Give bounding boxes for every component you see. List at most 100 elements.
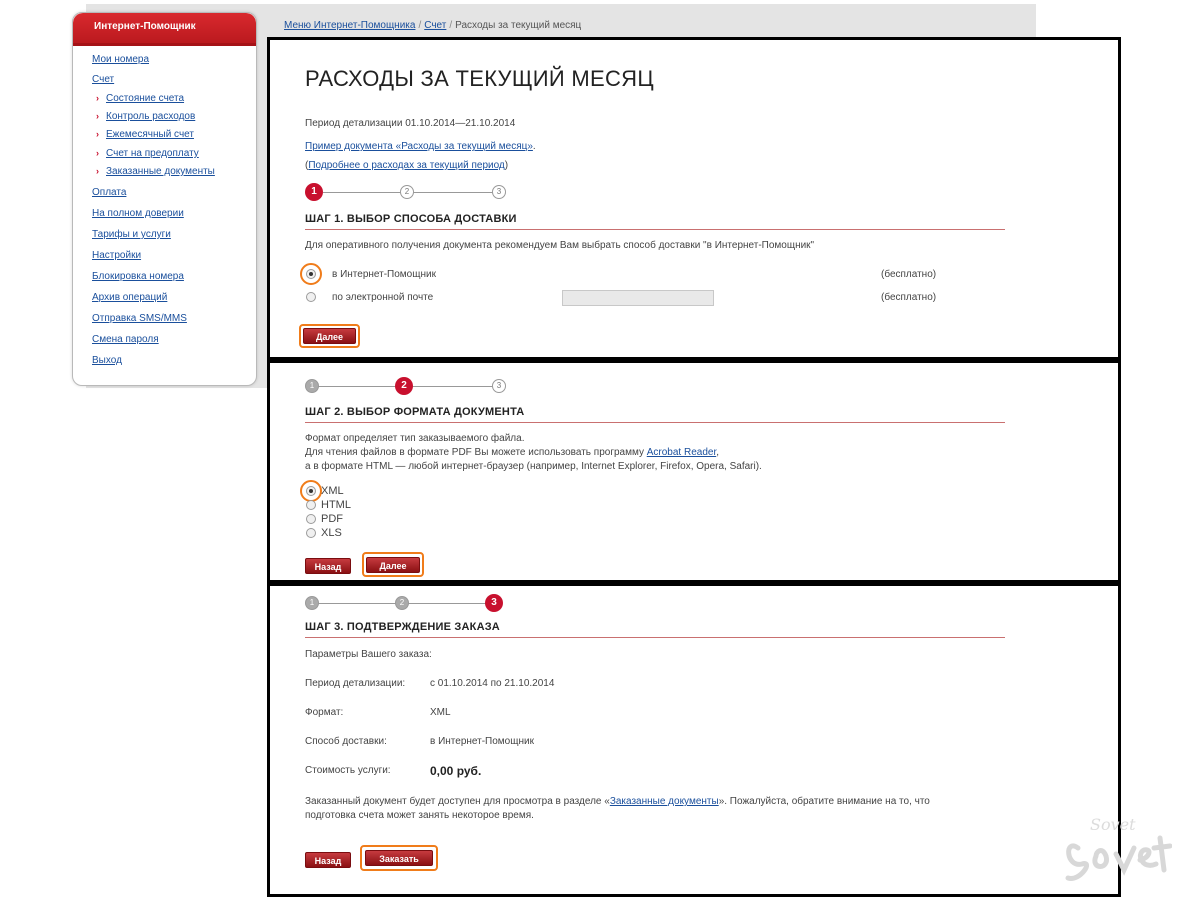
cost-label: Стоимость услуги: xyxy=(305,765,391,776)
chevron-right-icon: › xyxy=(96,111,99,121)
step-indicator: 1 2 3 xyxy=(305,183,510,202)
chevron-right-icon: › xyxy=(96,148,99,158)
sidebar: Интернет-Помощник Мои номера Счет › Состо… xyxy=(72,12,257,386)
delivery-radio-assistant[interactable] xyxy=(306,269,316,279)
sidebar-item-my-numbers[interactable]: Мои номера xyxy=(92,54,149,65)
breadcrumb: Меню Интернет-Помощника / Счет / Расходы за … xyxy=(284,20,581,31)
sidebar-sub-monthly-bill[interactable]: Ежемесячный счет xyxy=(106,129,194,140)
chevron-right-icon: › xyxy=(96,93,99,103)
step-3-future: 3 xyxy=(492,185,506,199)
format-value: XML xyxy=(430,707,451,718)
sidebar-sub-account-status[interactable]: Состояние счета xyxy=(106,93,184,104)
sidebar-sub-ordered-docs[interactable]: Заказанные документы xyxy=(106,166,215,177)
step3-back-button[interactable]: Назад xyxy=(305,852,351,868)
delivery-price-assistant: (бесплатно) xyxy=(881,269,937,280)
sidebar-title: Интернет-Помощник xyxy=(73,13,256,46)
order-button[interactable]: Заказать xyxy=(365,850,433,866)
sample-tail: . xyxy=(532,141,536,152)
delivery-option-email: по электронной почте xyxy=(332,292,434,303)
delivery-value: в Интернет-Помощник xyxy=(430,736,534,747)
format-option-html: HTML xyxy=(321,499,351,511)
order-note-line2: подготовка счета может занять некоторое … xyxy=(305,810,534,821)
sidebar-sub-expense-control[interactable]: Контроль расходов xyxy=(106,111,195,122)
step-1-done: 1 xyxy=(305,596,319,610)
format-option-xml: XML xyxy=(321,485,344,497)
step2-title: ШАГ 2. ВЫБОР ФОРМАТА ДОКУМЕНТА xyxy=(305,406,525,418)
sidebar-subitem: › Состояние счета xyxy=(96,93,184,104)
breadcrumb-separator: / xyxy=(449,20,453,31)
divider xyxy=(305,229,1005,230)
divider xyxy=(305,637,1005,638)
divider xyxy=(305,422,1005,423)
order-params-heading: Параметры Вашего заказа: xyxy=(305,649,432,660)
order-note-post: ». Пожалуйста, обратите внимание на то, … xyxy=(718,796,930,807)
sidebar-subitem: › Заказанные документы xyxy=(96,166,215,177)
more-close-paren: ) xyxy=(504,160,509,171)
chevron-right-icon: › xyxy=(96,129,99,139)
chevron-right-icon: › xyxy=(96,166,99,176)
watermark-logo: Sovet xyxy=(1065,815,1172,881)
step3-panel: 1 2 3 ШАГ 3. ПОДТВЕРЖДЕНИЕ ЗАКАЗА Параме… xyxy=(267,583,1121,897)
sidebar-item-tariffs[interactable]: Тарифы и услуги xyxy=(92,229,171,240)
delivery-option-assistant: в Интернет-Помощник xyxy=(332,269,436,280)
more-details-link[interactable]: Подробнее о расходах за текущий период xyxy=(308,160,504,171)
step2-next-button[interactable]: Далее xyxy=(366,557,420,573)
delivery-hint: Для оперативного получения документа рек… xyxy=(305,240,815,251)
ordered-docs-link[interactable]: Заказанные документы xyxy=(610,796,719,807)
format-line2: Для чтения файлов в формате PDF Вы может… xyxy=(305,447,719,458)
delivery-radio-email[interactable] xyxy=(306,292,316,302)
order-note-line1: Заказанный документ будет доступен для п… xyxy=(305,796,930,807)
sidebar-item-full-trust[interactable]: На полном доверии xyxy=(92,208,184,219)
format-radio-pdf[interactable] xyxy=(306,514,316,524)
sidebar-item-change-password[interactable]: Смена пароля xyxy=(92,334,159,345)
sidebar-item-block-number[interactable]: Блокировка номера xyxy=(92,271,184,282)
breadcrumb-account[interactable]: Счет xyxy=(424,20,446,31)
step-1-active: 1 xyxy=(305,183,323,201)
breadcrumb-menu[interactable]: Меню Интернет-Помощника xyxy=(284,20,415,31)
format-radio-xml[interactable] xyxy=(306,486,316,496)
step-2-done: 2 xyxy=(395,596,409,610)
step-indicator: 1 2 3 xyxy=(305,594,510,613)
step-2-future: 2 xyxy=(400,185,414,199)
email-input[interactable] xyxy=(562,290,714,306)
format-option-xls: XLS xyxy=(321,527,342,539)
format-radio-xls[interactable] xyxy=(306,528,316,538)
sidebar-subitem: › Контроль расходов xyxy=(96,111,195,122)
step-2-active: 2 xyxy=(395,377,413,395)
period-label: Период детализации: xyxy=(305,678,406,689)
step3-title: ШАГ 3. ПОДТВЕРЖДЕНИЕ ЗАКАЗА xyxy=(305,621,500,633)
sample-line: Пример документа «Расходы за текущий мес… xyxy=(305,141,536,152)
step1-panel: РАСХОДЫ ЗА ТЕКУЩИЙ МЕСЯЦ Период детализа… xyxy=(267,37,1121,360)
sidebar-item-send-sms[interactable]: Отправка SMS/MMS xyxy=(92,313,187,324)
breadcrumb-current: Расходы за текущий месяц xyxy=(455,20,582,31)
step1-next-button[interactable]: Далее xyxy=(303,328,356,344)
sidebar-item-settings[interactable]: Настройки xyxy=(92,250,141,261)
delivery-price-email: (бесплатно) xyxy=(881,292,937,303)
sidebar-item-logout[interactable]: Выход xyxy=(92,355,122,366)
step2-back-button[interactable]: Назад xyxy=(305,558,351,574)
step2-panel: 1 2 3 ШАГ 2. ВЫБОР ФОРМАТА ДОКУМЕНТА Фор… xyxy=(267,360,1121,583)
format-line2-tail: , xyxy=(716,447,720,458)
step-3-active: 3 xyxy=(485,594,503,612)
more-line: (Подробнее о расходах за текущий период) xyxy=(305,160,508,171)
breadcrumb-separator: / xyxy=(418,20,422,31)
sample-document-link[interactable]: Пример документа «Расходы за текущий мес… xyxy=(305,141,533,152)
sidebar-item-payment[interactable]: Оплата xyxy=(92,187,126,198)
order-note-pre: Заказанный документ будет доступен для п… xyxy=(305,796,610,807)
step-3-future: 3 xyxy=(492,379,506,393)
sidebar-sub-prepay-bill[interactable]: Счет на предоплату xyxy=(106,148,199,159)
page-title: РАСХОДЫ ЗА ТЕКУЩИЙ МЕСЯЦ xyxy=(305,66,654,91)
period-text: Период детализации 01.10.2014—21.10.2014 xyxy=(305,118,516,129)
sidebar-item-operations-archive[interactable]: Архив операций xyxy=(92,292,167,303)
sidebar-item-account[interactable]: Счет xyxy=(92,74,114,85)
step-1-done: 1 xyxy=(305,379,319,393)
format-option-pdf: PDF xyxy=(321,513,343,525)
acrobat-reader-link[interactable]: Acrobat Reader xyxy=(647,447,717,458)
period-value: с 01.10.2014 по 21.10.2014 xyxy=(430,678,555,689)
format-label: Формат: xyxy=(305,707,344,718)
delivery-label: Способ доставки: xyxy=(305,736,387,747)
format-radio-html[interactable] xyxy=(306,500,316,510)
format-line3: а в формате HTML — любой интернет-браузе… xyxy=(305,461,762,472)
watermark-text: Sovet xyxy=(1090,815,1136,834)
sidebar-subitem: › Ежемесячный счет xyxy=(96,129,194,140)
